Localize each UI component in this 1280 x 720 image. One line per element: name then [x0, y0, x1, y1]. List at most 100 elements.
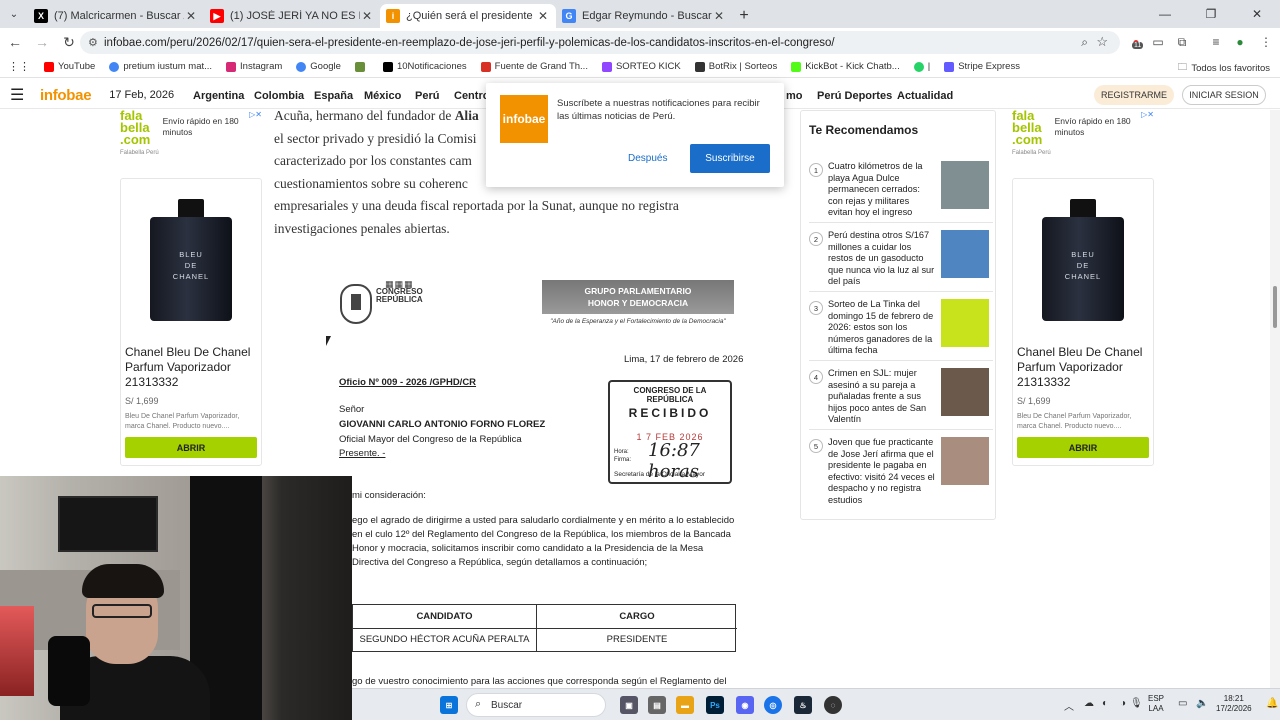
close-window-icon[interactable]: ✕: [1234, 0, 1280, 28]
more-menu-icon[interactable]: ⋮: [1256, 32, 1276, 52]
list-item[interactable]: 3 Sorteo de La Tinka del domingo 15 de f…: [809, 299, 993, 361]
tray-app-icon[interactable]: ◐: [1102, 698, 1108, 709]
back-icon[interactable]: ←: [3, 30, 27, 54]
bookmark-label: YouTube: [58, 61, 96, 72]
tab-close-icon[interactable]: ✕: [712, 9, 726, 23]
bookmark[interactable]: Fuente de Grand Th...: [480, 61, 588, 72]
page-scrollbar[interactable]: [1270, 110, 1280, 688]
item-headline[interactable]: Sorteo de La Tinka del domingo 15 de feb…: [828, 299, 936, 357]
list-item[interactable]: 2 Perú destina otros S/167 millones a cu…: [809, 230, 993, 292]
chrome-icon[interactable]: ◎: [764, 696, 782, 714]
open-ad-button[interactable]: ABRIR: [125, 437, 257, 458]
tab-close-icon[interactable]: ✕: [184, 9, 198, 23]
list-item[interactable]: 5 Joven que fue practicante de Jose Jerí…: [809, 437, 993, 509]
open-ad-button[interactable]: ABRIR: [1017, 437, 1149, 458]
tab-0[interactable]: X (7) Malcricarmen - Buscar / X ✕: [28, 4, 204, 28]
item-thumbnail[interactable]: [941, 161, 989, 209]
list-item[interactable]: 1 Cuatro kilómetros de la playa Agua Dul…: [809, 161, 993, 223]
tab-2[interactable]: i ¿Quién será el presidente en re ✕: [380, 4, 556, 28]
nav-item[interactable]: Centro: [454, 90, 489, 102]
notification-bell-icon[interactable]: 🔔: [1266, 698, 1278, 709]
tab-close-icon[interactable]: ✕: [360, 9, 374, 23]
item-thumbnail[interactable]: [941, 230, 989, 278]
bookmark[interactable]: 10Notificaciones: [382, 61, 467, 72]
ad-card-right[interactable]: fala bella .com Envío rápido en 180 minuto…: [1012, 109, 1154, 466]
address-bar[interactable]: ⚙ infobae.com/peru/2026/02/17/quien-sera…: [80, 31, 1120, 54]
discord-icon[interactable]: ◉: [736, 696, 754, 714]
maximize-icon[interactable]: ❐: [1188, 0, 1234, 28]
tray-app-icon[interactable]: ☁: [1084, 698, 1094, 709]
steam-icon[interactable]: ♨: [794, 696, 812, 714]
nav-item[interactable]: España: [314, 90, 353, 102]
item-headline[interactable]: Crimen en SJL: mujer asesinó a su pareja…: [828, 368, 936, 426]
nav-item[interactable]: Perú: [415, 90, 439, 102]
bookmark-star-icon[interactable]: ☆: [1096, 34, 1108, 50]
site-info-icon[interactable]: ⚙: [88, 36, 98, 49]
apps-icon[interactable]: ⋮⋮: [8, 60, 30, 73]
taskbar-search[interactable]: ⌕ Buscar: [466, 693, 606, 717]
ad-card-left[interactable]: fala bella .com Envío rápido en 180 minuto…: [120, 109, 262, 466]
hamburger-menu-icon[interactable]: ☰: [10, 85, 28, 105]
tray-app-icon[interactable]: ◑: [1120, 698, 1126, 709]
bookmark[interactable]: KickBot - Kick Chatb...: [791, 61, 900, 72]
scrollbar-thumb[interactable]: [1273, 286, 1277, 328]
nav-item[interactable]: Actualidad: [897, 90, 953, 102]
item-thumbnail[interactable]: [941, 299, 989, 347]
network-icon[interactable]: ▭: [1178, 698, 1187, 709]
login-button[interactable]: INICIAR SESION: [1182, 85, 1266, 105]
item-number: 1: [809, 163, 823, 177]
app-icon[interactable]: ▤: [648, 696, 666, 714]
forward-icon[interactable]: →: [30, 30, 54, 54]
microphone-icon[interactable]: 🎙: [1130, 698, 1143, 709]
item-headline[interactable]: Perú destina otros S/167 millones a cuid…: [828, 230, 936, 288]
task-view-icon[interactable]: ▣: [620, 696, 638, 714]
system-clock[interactable]: 18:21 17/2/2026: [1216, 694, 1252, 714]
item-thumbnail[interactable]: [941, 368, 989, 416]
list-item[interactable]: 4 Crimen en SJL: mujer asesinó a su pare…: [809, 368, 993, 430]
subscribe-button[interactable]: Suscribirse: [690, 144, 770, 173]
tab-close-icon[interactable]: ✕: [536, 9, 550, 23]
adchoices-icon[interactable]: ▷✕: [249, 110, 262, 119]
bookmark[interactable]: pretium iustum mat...: [109, 61, 212, 72]
bookmark[interactable]: Instagram: [226, 61, 282, 72]
nav-item[interactable]: Perú Deportes: [817, 90, 892, 102]
register-button[interactable]: REGISTRARME: [1094, 85, 1174, 105]
windows-start-icon[interactable]: ⊞: [440, 696, 458, 714]
all-bookmarks[interactable]: 🗀 Todos los favoritos: [1178, 60, 1270, 76]
item-thumbnail[interactable]: [941, 437, 989, 485]
nav-item[interactable]: Argentina: [193, 90, 244, 102]
language-indicator[interactable]: ESP LAA: [1148, 694, 1164, 714]
avatar[interactable]: ●: [1230, 32, 1250, 52]
bookmark[interactable]: BotRix | Sorteos: [694, 61, 777, 72]
infobae-logo[interactable]: infobae: [40, 87, 92, 104]
bookmark[interactable]: YouTube: [44, 61, 95, 72]
nav-item[interactable]: mo: [786, 90, 803, 102]
file-explorer-icon[interactable]: ▬: [676, 696, 694, 714]
extension-icon[interactable]: ▭: [1148, 32, 1168, 52]
zoom-icon[interactable]: ⌕: [1081, 35, 1088, 50]
tab-1[interactable]: ▶ (1) JOSÉ JERÍ YA NO ES PRESIDENTE ✕: [204, 4, 380, 28]
minimize-icon[interactable]: —: [1142, 0, 1188, 28]
bookmark[interactable]: |: [913, 61, 930, 72]
item-headline[interactable]: Cuatro kilómetros de la playa Agua Dulce…: [828, 161, 936, 219]
later-button[interactable]: Después: [628, 153, 667, 164]
bookmark[interactable]: Google: [296, 61, 341, 72]
tab-3[interactable]: G Edgar Reymundo - Buscar con G ✕: [556, 4, 732, 28]
nav-item[interactable]: México: [364, 90, 401, 102]
tab-search-icon[interactable]: ⌄: [0, 0, 28, 28]
bookmark[interactable]: SORTEO KICK: [601, 61, 681, 72]
product-name: Chanel Bleu De Chanel Parfum Vaporizador…: [125, 345, 251, 389]
item-headline[interactable]: Joven que fue practicante de Jose Jerí a…: [828, 437, 936, 506]
new-tab-button[interactable]: +: [732, 4, 756, 28]
volume-icon[interactable]: 🔈: [1196, 698, 1208, 709]
bookmark[interactable]: [354, 61, 369, 72]
reload-icon[interactable]: ↻: [57, 30, 81, 54]
puzzle-icon[interactable]: ⧉: [1172, 32, 1192, 52]
photoshop-icon[interactable]: Ps: [706, 696, 724, 714]
obs-icon[interactable]: ◌: [824, 696, 842, 714]
bookmark[interactable]: Stripe Express: [944, 61, 1020, 72]
media-icon[interactable]: ≡: [1206, 32, 1226, 52]
nav-item[interactable]: Colombia: [254, 90, 304, 102]
adchoices-icon[interactable]: ▷✕: [1141, 110, 1154, 119]
tray-chevron-icon[interactable]: ︿: [1064, 698, 1074, 713]
